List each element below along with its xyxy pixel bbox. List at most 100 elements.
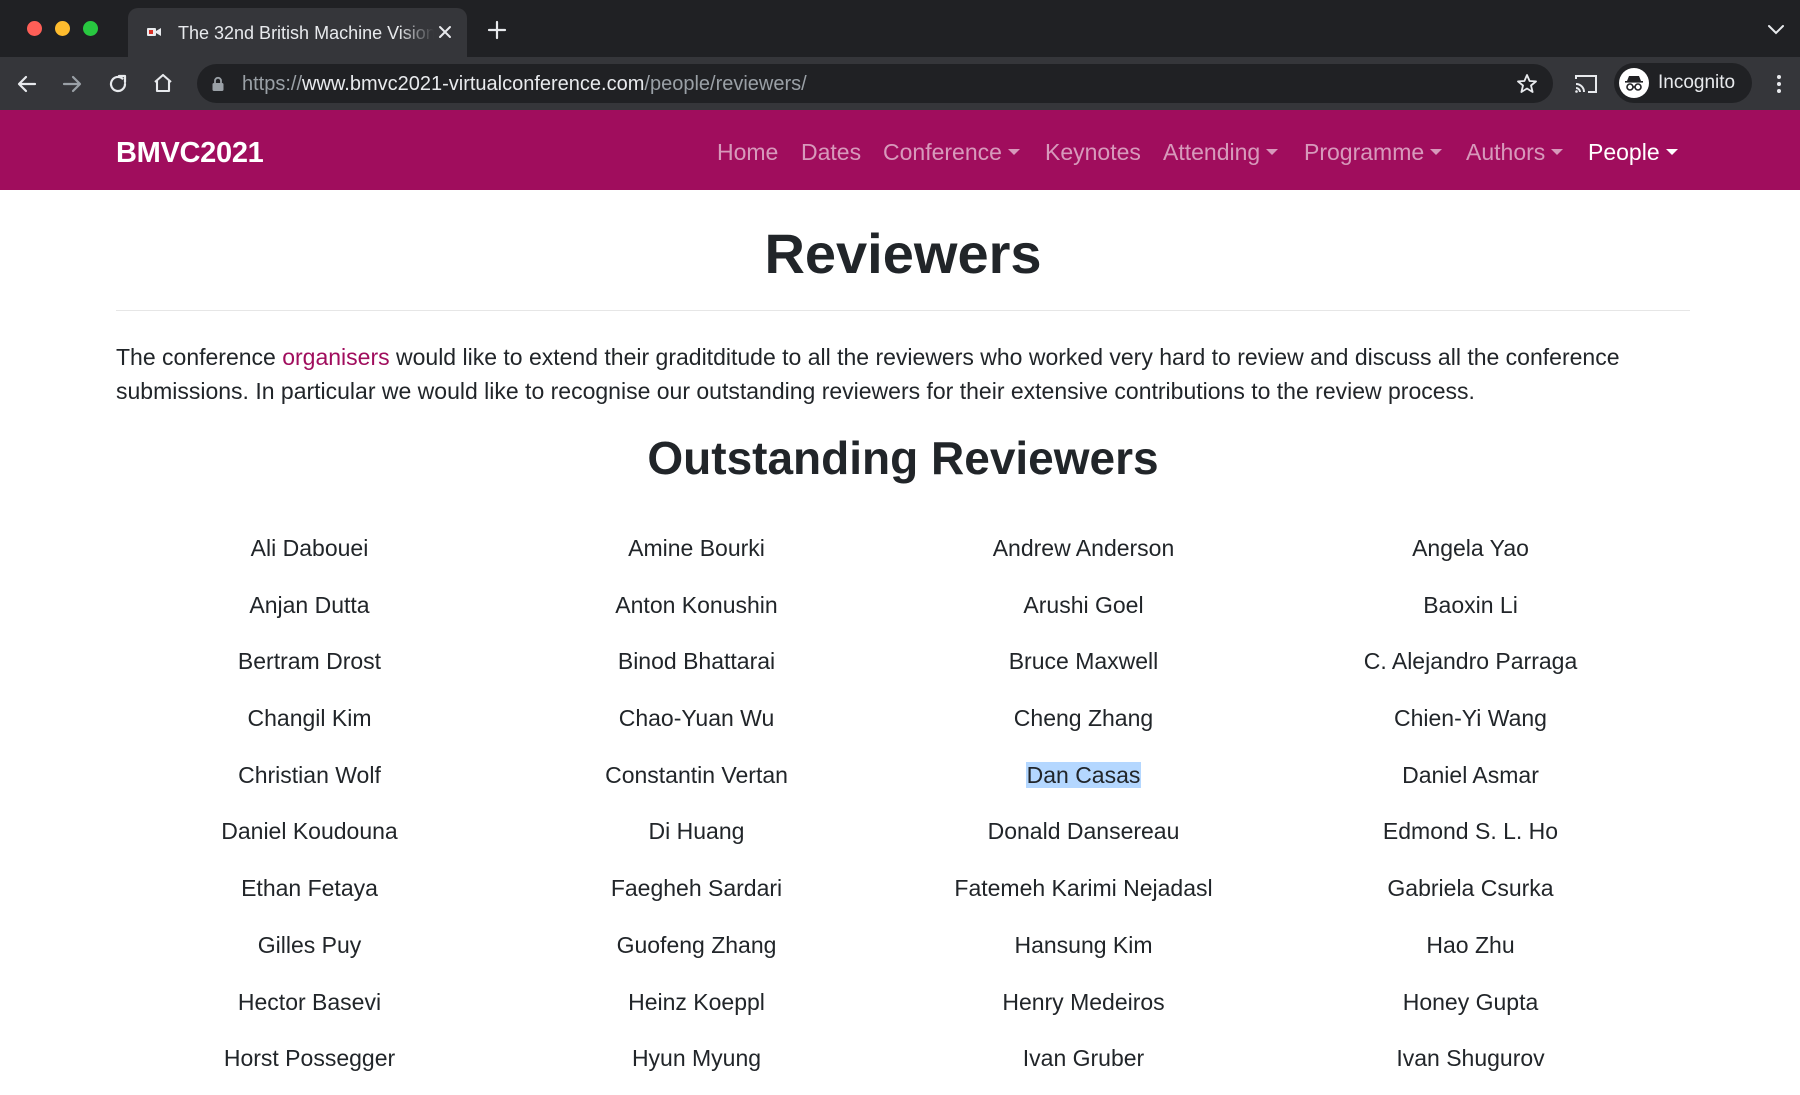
reviewer-name: Changil Kim	[116, 698, 503, 755]
nav-conference[interactable]: Conference	[883, 138, 1020, 166]
reviewer-name-text: Hyun Myung	[631, 1045, 762, 1072]
reviewer-name: Donald Dansereau	[890, 811, 1277, 868]
reviewer-name: Hansung Kim	[890, 925, 1277, 982]
lock-icon[interactable]	[211, 76, 225, 92]
window-zoom-button[interactable]	[83, 21, 98, 36]
nav-dates[interactable]: Dates	[801, 138, 861, 166]
reviewer-name: C. Alejandro Parraga	[1277, 641, 1664, 698]
nav-attending[interactable]: Attending	[1163, 138, 1279, 166]
browser-tab-strip: The 32nd British Machine Vision Conferen…	[0, 0, 1800, 57]
reviewer-name-text: Hector Basevi	[237, 988, 382, 1015]
reviewer-name-text: Bruce Maxwell	[1008, 648, 1159, 675]
reviewer-name-text: Cheng Zhang	[1013, 705, 1154, 732]
incognito-profile-button[interactable]: Incognito	[1614, 63, 1752, 103]
title-divider	[116, 310, 1690, 311]
forward-arrow-icon[interactable]	[59, 71, 85, 97]
page-title: Reviewers	[764, 222, 1042, 285]
nav-home-label: Home	[717, 139, 779, 165]
reviewer-name-text: Chien-Yi Wang	[1394, 705, 1547, 732]
dropdown-caret-icon	[1430, 148, 1443, 155]
nav-keynotes[interactable]: Keynotes	[1045, 138, 1141, 166]
reviewer-name: Ethan Fetaya	[116, 868, 503, 925]
new-tab-icon[interactable]	[485, 18, 509, 42]
reviewer-name-text: Anton Konushin	[615, 591, 778, 618]
reviewer-name-text: Gilles Puy	[257, 931, 362, 958]
reviewer-name-text: Anjan Dutta	[249, 591, 370, 618]
reviewer-name: Daniel Koudouna	[116, 811, 503, 868]
close-tab-icon[interactable]	[433, 20, 457, 44]
address-bar[interactable]: https://www.bmvc2021-virtualconference.c…	[197, 64, 1553, 103]
reviewer-name: Chien-Yi Wang	[1277, 698, 1664, 755]
reviewer-name-text: Chao-Yuan Wu	[618, 705, 775, 732]
reviewer-name-text: Baoxin Li	[1423, 591, 1518, 618]
tab-search-chevron-icon[interactable]	[1766, 22, 1786, 36]
reviewer-name-text: Heinz Koeppl	[628, 988, 765, 1015]
reviewer-name: Ivan Shugurov	[1277, 1038, 1664, 1095]
reviewer-name-text: Changil Kim	[247, 705, 372, 732]
reviewer-name: Heinz Koeppl	[503, 982, 890, 1039]
reviewer-name-text: Ali Dabouei	[250, 535, 369, 561]
reviewer-name-text: Ivan Gruber	[1022, 1045, 1145, 1072]
browser-tab-active[interactable]: The 32nd British Machine Vision Conferen…	[128, 8, 467, 57]
browser-toolbar: https://www.bmvc2021-virtualconference.c…	[0, 57, 1800, 110]
bookmark-star-icon[interactable]	[1515, 72, 1539, 96]
nav-authors-label: Authors	[1466, 139, 1546, 165]
reviewer-name: Hyun Myung	[503, 1038, 890, 1095]
reviewer-name-text: Honey Gupta	[1402, 988, 1539, 1015]
organisers-link[interactable]: organisers	[282, 344, 389, 370]
reviewer-name: Gabriela Csurka	[1277, 868, 1664, 925]
reviewer-name: Binod Bhattarai	[503, 641, 890, 698]
reviewer-name-text: Faegheh Sardari	[610, 875, 783, 902]
nav-attending-label: Attending	[1163, 139, 1261, 165]
reviewer-name-text: Christian Wolf	[238, 761, 381, 788]
back-arrow-icon[interactable]	[14, 71, 40, 97]
site-brand-logo[interactable]: BMVC2021	[116, 136, 264, 170]
tab-title: The 32nd British Machine Vision Conferen…	[178, 23, 434, 43]
favicon-icon	[147, 28, 161, 36]
reviewer-name: Daniel Asmar	[1277, 755, 1664, 812]
reviewer-name: Horst Possegger	[116, 1038, 503, 1095]
reviewer-grid: Ali Dabouei Amine Bourki Andrew Anderson An…	[116, 528, 1664, 1095]
window-close-button[interactable]	[27, 21, 42, 36]
reviewer-name-text: Donald Dansereau	[987, 818, 1180, 845]
nav-authors[interactable]: Authors	[1466, 138, 1564, 166]
reviewer-name: Constantin Vertan	[503, 755, 890, 812]
url-scheme: https://	[242, 73, 303, 95]
home-icon[interactable]	[150, 70, 176, 96]
reviewer-name-text: Angela Yao	[1412, 535, 1529, 561]
reviewer-name: Amine Bourki	[503, 528, 890, 585]
reviewer-name-text: Constantin Vertan	[605, 761, 788, 788]
reviewer-name: Di Huang	[503, 811, 890, 868]
incognito-label: Incognito	[1658, 72, 1736, 93]
nav-home[interactable]: Home	[717, 138, 778, 166]
incognito-icon	[1619, 68, 1649, 98]
reviewer-name-text: Fatemeh Karimi Nejadasl	[954, 875, 1213, 902]
reviewer-name: Ali Dabouei	[116, 528, 503, 585]
nav-programme[interactable]: Programme	[1304, 138, 1443, 166]
reviewer-name-text: C. Alejandro Parraga	[1363, 648, 1578, 675]
dropdown-caret-icon	[1551, 148, 1564, 155]
reviewer-name: Guofeng Zhang	[503, 925, 890, 982]
reviewer-name-text: Binod Bhattarai	[617, 648, 776, 675]
reviewer-name-text: Gabriela Csurka	[1387, 875, 1554, 902]
reviewer-name-text: Edmond S. L. Ho	[1382, 818, 1559, 845]
window-minimize-button[interactable]	[55, 21, 70, 36]
cast-icon[interactable]	[1573, 71, 1599, 97]
reviewer-name: Edmond S. L. Ho	[1277, 811, 1664, 868]
reload-icon[interactable]	[105, 71, 131, 97]
browser-menu-icon[interactable]	[1766, 71, 1792, 97]
intro-text-start: The conference	[116, 344, 283, 370]
reviewer-name-text: Ethan Fetaya	[241, 875, 378, 902]
reviewer-name-text: Ivan Shugurov	[1396, 1045, 1545, 1072]
reviewer-name: Ivan Gruber	[890, 1038, 1277, 1095]
url-text[interactable]: https://www.bmvc2021-virtualconference.c…	[242, 72, 807, 96]
reviewer-name-text: Arushi Goel	[1023, 591, 1144, 618]
reviewer-name-text: Di Huang	[648, 818, 745, 845]
nav-conference-label: Conference	[883, 139, 1002, 165]
nav-people[interactable]: People	[1588, 138, 1678, 166]
reviewer-name: Bertram Drost	[116, 641, 503, 698]
reviewer-name: Angela Yao	[1277, 528, 1664, 585]
nav-dates-label: Dates	[801, 139, 862, 165]
reviewer-name-text: Hansung Kim	[1014, 931, 1153, 958]
site-navbar: BMVC2021 Home Dates Conference Keynotes …	[0, 110, 1800, 190]
